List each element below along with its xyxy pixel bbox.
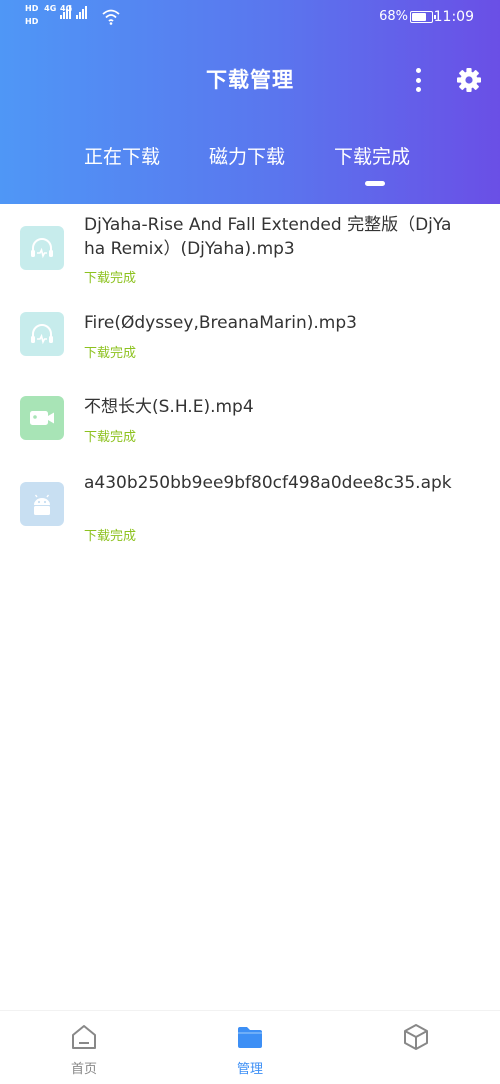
tab-downloading[interactable]: 正在下载: [84, 142, 160, 169]
sim2-hd-label: HD: [25, 17, 39, 26]
file-icon-tile: [20, 482, 64, 526]
video-camera-icon: [30, 411, 54, 425]
tab-completed[interactable]: 下载完成: [334, 142, 410, 169]
file-name: DjYaha-Rise And Fall Extended 完整版（DjYaha…: [84, 215, 452, 259]
status-bar: HD 4G HD 4G 68% 11:09: [0, 0, 500, 36]
file-icon-tile: [20, 226, 64, 270]
file-name: Fire(Ødyssey,BreanaMarin).mp3: [84, 313, 357, 333]
nav-toolbox[interactable]: [356, 1011, 476, 1084]
list-item[interactable]: 不想长大(S.H.E).mp4 下载完成: [0, 382, 500, 466]
list-item[interactable]: a430b250bb9ee9bf80cf498a0dee8c35.apk 下载完…: [0, 466, 500, 566]
app-header: HD 4G HD 4G 68% 11:09 下载管理 正在下载 磁力下载 下载完…: [0, 0, 500, 204]
nav-home-label: 首页: [70, 1062, 97, 1077]
clock: 11:09: [433, 9, 474, 25]
file-icon-tile: [20, 312, 64, 356]
battery-percent: 68%: [379, 9, 408, 24]
battery-fill: [412, 13, 427, 21]
more-vertical-icon[interactable]: [412, 68, 424, 92]
sim2-hd: HD: [25, 18, 38, 26]
file-status: 下载完成: [84, 529, 137, 544]
tab-indicator: [365, 181, 385, 186]
wifi-icon: [102, 9, 120, 25]
page-title: 下载管理: [206, 68, 294, 92]
tab-bar: 正在下载 磁力下载 下载完成: [0, 140, 500, 200]
file-status: 下载完成: [84, 346, 137, 361]
list-item[interactable]: Fire(Ødyssey,BreanaMarin).mp3 下载完成: [0, 298, 500, 382]
file-name: 不想长大(S.H.E).mp4: [84, 397, 254, 417]
gear-icon[interactable]: [456, 67, 482, 93]
home-icon: [72, 1025, 96, 1049]
file-status: 下载完成: [84, 430, 137, 445]
sim1-hd-label: HD: [25, 4, 39, 13]
nav-home[interactable]: 首页: [24, 1011, 144, 1084]
nav-manage[interactable]: 管理: [190, 1011, 310, 1084]
file-name: a430b250bb9ee9bf80cf498a0dee8c35.apk: [84, 473, 452, 493]
android-icon: [34, 494, 50, 515]
signal-bars-icon: [75, 5, 89, 19]
headphones-icon: [31, 324, 53, 345]
tab-magnet[interactable]: 磁力下载: [209, 142, 285, 169]
cube-icon: [404, 1024, 428, 1050]
bottom-nav: 首页 管理: [0, 1010, 500, 1084]
sim1-network-label: 4G: [44, 4, 57, 13]
headphones-icon: [31, 238, 53, 259]
sim2-network-label: 4G: [60, 4, 73, 13]
nav-manage-label: 管理: [236, 1062, 263, 1077]
battery-icon: [410, 11, 436, 23]
list-item[interactable]: DjYaha-Rise And Fall Extended 完整版（DjYaha…: [0, 204, 500, 298]
sim2-signal: 4G: [60, 5, 89, 19]
file-icon-tile: [20, 396, 64, 440]
folder-icon: [238, 1027, 262, 1048]
file-status: 下载完成: [84, 271, 137, 286]
